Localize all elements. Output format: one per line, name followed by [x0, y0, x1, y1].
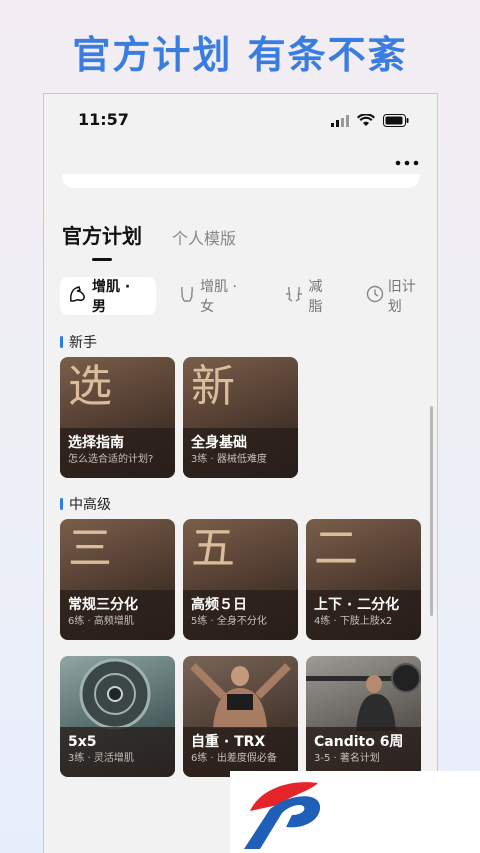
advanced-cards-row-1: 三 常规三分化 6练 · 高频增肌 五 高频５日 5练 · 全身不分化 二 上下…	[60, 519, 421, 640]
section-advanced-title: 中高级	[60, 494, 111, 514]
card-subtitle: 3-5 · 著名计划	[314, 753, 380, 764]
plan-card-guide[interactable]: 选 选择指南 怎么选合适的计划?	[60, 357, 175, 478]
tab-personal-templates[interactable]: 个人模版	[172, 225, 236, 261]
card-title: 选择指南	[68, 435, 124, 451]
card-title: Candito 6周	[314, 734, 404, 750]
squat-rack-photo-icon	[306, 656, 421, 735]
plan-card-candito[interactable]: Candito 6周 3-5 · 著名计划	[306, 656, 421, 777]
scrollbar[interactable]	[430, 406, 433, 616]
filter-muscle-male[interactable]: 增肌 · 男	[60, 277, 157, 315]
beginner-cards: 选 选择指南 怎么选合适的计划? 新 全身基础 3练 · 器械低难度	[60, 357, 298, 478]
card-caption: 自重 · TRX 6练 · 出差度假必备	[183, 727, 298, 777]
card-title: 全身基础	[191, 435, 247, 451]
plan-card-three-split[interactable]: 三 常规三分化 6练 · 高频增肌	[60, 519, 175, 640]
athlete-photo-icon	[183, 656, 298, 735]
headline: 官方计划 有条不紊	[72, 33, 408, 77]
section-label: 中高级	[69, 497, 111, 513]
filter-label: 旧计划	[387, 279, 416, 315]
plan-tabs: 官方计划 个人模版	[62, 220, 236, 261]
phone-screen: 11:57 官方计划 个人模版 增肌 · 男 增肌 · 女 减脂 旧计划 新手 …	[43, 93, 438, 853]
waist-icon	[284, 285, 304, 307]
advanced-cards-row-2: 5x5 3练 · 灵活增肌 自重 · TRX 6练 · 出差度假必备 Candi…	[60, 656, 421, 777]
tab-official-plans[interactable]: 官方计划	[62, 220, 142, 261]
card-glyph: 新	[191, 361, 235, 412]
section-label: 新手	[69, 335, 97, 351]
card-caption: 5x5 3练 · 灵活增肌	[60, 727, 175, 777]
card-subtitle: 6练 · 高频增肌	[68, 616, 134, 627]
filter-muscle-female[interactable]: 增肌 · 女	[170, 277, 262, 315]
card-subtitle: 5练 · 全身不分化	[191, 616, 267, 627]
section-marker	[60, 498, 63, 510]
status-icons	[331, 112, 409, 131]
filter-label: 增肌 · 男	[92, 279, 131, 315]
status-time: 11:57	[78, 110, 129, 129]
signal-icon	[331, 112, 349, 131]
header-card-edge	[62, 174, 420, 188]
plan-card-upper-lower[interactable]: 二 上下 · 二分化 4练 · 下肢上肢x2	[306, 519, 421, 640]
plan-card-bodyweight-trx[interactable]: 自重 · TRX 6练 · 出差度假必备	[183, 656, 298, 777]
status-bar: 11:57	[44, 94, 437, 146]
filter-bar: 增肌 · 男 增肌 · 女 减脂 旧计划	[60, 277, 437, 315]
card-title: 自重 · TRX	[191, 734, 266, 750]
card-title: 5x5	[68, 734, 97, 750]
card-glyph: 三	[68, 523, 112, 574]
card-title: 常规三分化	[68, 597, 138, 613]
torso-icon	[178, 285, 196, 307]
card-caption: 上下 · 二分化 4练 · 下肢上肢x2	[306, 590, 421, 640]
card-title: 高频５日	[191, 597, 247, 613]
wifi-icon	[357, 112, 375, 131]
clock-icon	[366, 285, 384, 307]
card-caption: 全身基础 3练 · 器械低难度	[183, 428, 298, 478]
filter-fat-loss[interactable]: 减脂	[276, 277, 343, 315]
card-caption: 高频５日 5练 · 全身不分化	[183, 590, 298, 640]
plan-card-5x5[interactable]: 5x5 3练 · 灵活增肌	[60, 656, 175, 777]
card-caption: 选择指南 怎么选合适的计划?	[60, 428, 175, 478]
plan-card-fullbody-basic[interactable]: 新 全身基础 3练 · 器械低难度	[183, 357, 298, 478]
filter-old-plans[interactable]: 旧计划	[358, 277, 437, 315]
section-beginner-title: 新手	[60, 332, 97, 352]
weight-plate-icon	[60, 656, 175, 735]
card-caption: Candito 6周 3-5 · 著名计划	[306, 727, 421, 777]
plan-card-five-day[interactable]: 五 高频５日 5练 · 全身不分化	[183, 519, 298, 640]
battery-icon	[383, 112, 409, 131]
card-title: 上下 · 二分化	[314, 597, 400, 613]
muscle-arm-icon	[68, 285, 88, 307]
section-marker	[60, 336, 63, 348]
card-glyph: 二	[314, 523, 358, 574]
card-glyph: 选	[68, 361, 112, 412]
filter-label: 减脂	[308, 279, 323, 315]
filter-label: 增肌 · 女	[200, 279, 237, 315]
brand-logo	[230, 771, 480, 853]
card-subtitle: 3练 · 灵活增肌	[68, 753, 134, 764]
more-options-icon[interactable]	[395, 152, 419, 171]
card-glyph: 五	[191, 523, 235, 574]
card-subtitle: 怎么选合适的计划?	[68, 454, 154, 465]
card-subtitle: 6练 · 出差度假必备	[191, 753, 277, 764]
card-caption: 常规三分化 6练 · 高频增肌	[60, 590, 175, 640]
card-subtitle: 4练 · 下肢上肢x2	[314, 616, 393, 627]
card-subtitle: 3练 · 器械低难度	[191, 454, 267, 465]
